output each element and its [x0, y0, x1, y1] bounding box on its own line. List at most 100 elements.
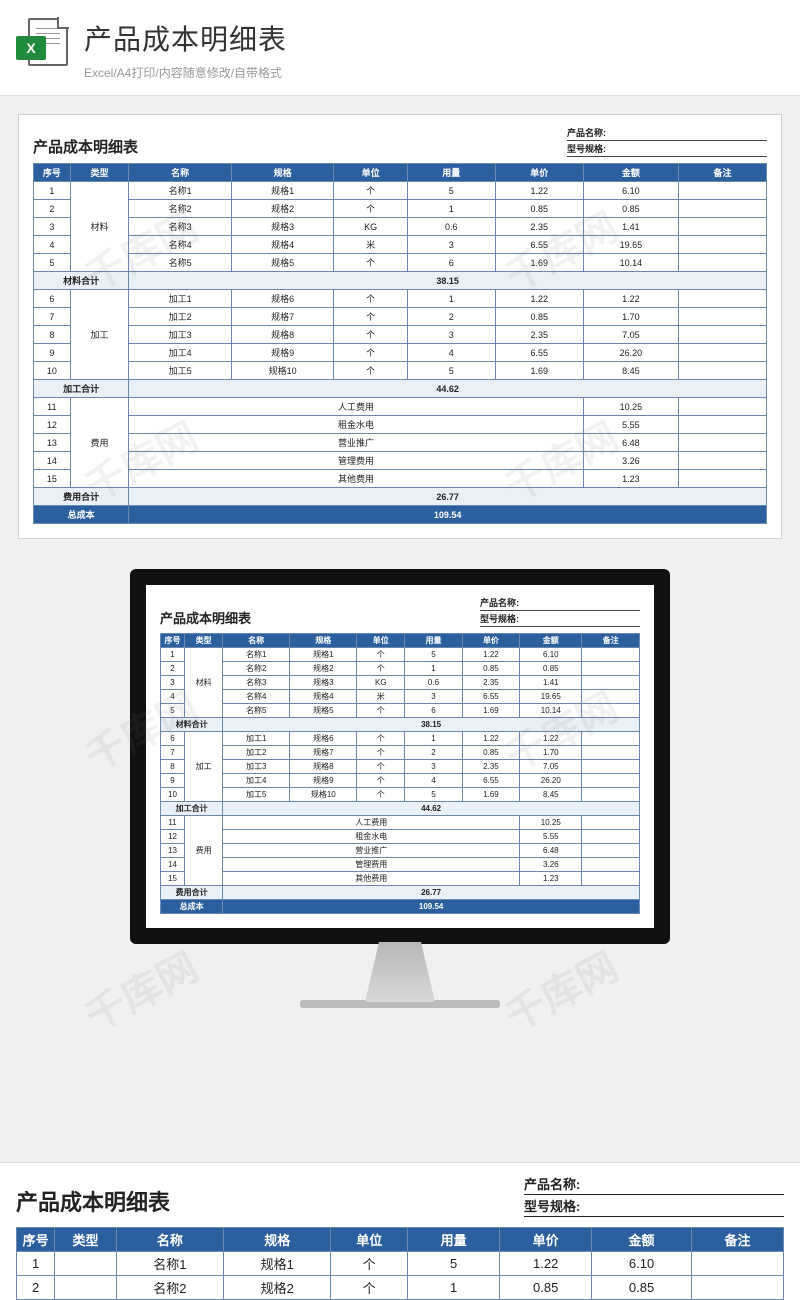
- cell-unit: 个: [334, 254, 407, 272]
- cell-unit: 个: [334, 290, 407, 308]
- col-header: 用量: [405, 634, 462, 648]
- cell-amount: 6.10: [583, 182, 678, 200]
- cell-qty: 3: [405, 690, 462, 704]
- cell-name: 名称2: [116, 1276, 223, 1300]
- cell-price: 1.69: [462, 788, 519, 802]
- cell-name: 名称2: [129, 200, 232, 218]
- cell-unit: 个: [357, 704, 405, 718]
- cost-sheet: 产品成本明细表产品名称:型号规格:序号类型名称规格单位用量单价金额备注1材料名称…: [18, 114, 782, 539]
- cell-amount: 1.22: [520, 732, 582, 746]
- cell-amount: 3.26: [520, 858, 582, 872]
- cell-seq: 2: [17, 1276, 55, 1300]
- col-header: 规格: [231, 164, 334, 182]
- cell-name: 名称2: [223, 662, 290, 676]
- cell-note: [582, 830, 640, 844]
- table-row: 12租金水电5.55: [161, 830, 640, 844]
- cell-seq: 13: [161, 844, 185, 858]
- subtotal-row: 费用合计26.77: [34, 488, 767, 506]
- cell-unit: 个: [357, 760, 405, 774]
- cell-name: 加工1: [223, 732, 290, 746]
- cell-name: 加工1: [129, 290, 232, 308]
- cell-note: [582, 872, 640, 886]
- cell-seq: 9: [161, 774, 185, 788]
- cell-unit: 个: [334, 308, 407, 326]
- cell-unit: 个: [334, 362, 407, 380]
- cell-spec: 规格1: [290, 648, 357, 662]
- cell-qty: 1: [407, 200, 495, 218]
- cell-note: [678, 200, 766, 218]
- cell-unit: 个: [334, 326, 407, 344]
- cell-name: 名称1: [129, 182, 232, 200]
- cell-spec: 规格2: [224, 1276, 331, 1300]
- cell-seq: 7: [34, 308, 71, 326]
- cell-qty: 1: [405, 662, 462, 676]
- table-row: 2名称2规格2个10.850.85: [17, 1276, 784, 1300]
- subtotal-label: 加工合计: [161, 802, 223, 816]
- cell-note: [582, 676, 640, 690]
- cell-note: [691, 1252, 783, 1276]
- monitor-preview: 产品成本明细表产品名称:型号规格:序号类型名称规格单位用量单价金额备注1材料名称…: [18, 569, 782, 1008]
- meta-product-label: 产品名称:: [524, 1174, 604, 1193]
- cell-expense-label: 管理费用: [129, 452, 583, 470]
- cell-type: 加工: [70, 290, 129, 380]
- cell-amount: 1.23: [520, 872, 582, 886]
- col-header: 序号: [161, 634, 185, 648]
- cell-expense-label: 营业推广: [129, 434, 583, 452]
- col-header: 规格: [224, 1228, 331, 1252]
- table-row: 13营业推广6.48: [34, 434, 767, 452]
- table-header-row: 序号类型名称规格单位用量单价金额备注: [17, 1228, 784, 1252]
- cell-amount: 26.20: [520, 774, 582, 788]
- table-row: 1材料名称1规格1个51.226.10: [34, 182, 767, 200]
- col-header: 用量: [407, 164, 495, 182]
- cell-price: 0.85: [495, 200, 583, 218]
- table-row: 1材料名称1规格1个51.226.10: [161, 648, 640, 662]
- cell-name: 加工2: [223, 746, 290, 760]
- cell-seq: 9: [34, 344, 71, 362]
- cell-amount: 1.22: [583, 290, 678, 308]
- cell-price: 1.69: [462, 704, 519, 718]
- cell-amount: 10.14: [583, 254, 678, 272]
- cell-name: 加工3: [223, 760, 290, 774]
- cell-seq: 3: [161, 676, 185, 690]
- cell-unit: 个: [331, 1276, 408, 1300]
- page-subtitle: Excel/A4打印/内容随意修改/自带格式: [84, 64, 780, 81]
- total-label: 总成本: [34, 506, 129, 524]
- cell-seq: 6: [161, 732, 185, 746]
- cost-table: 序号类型名称规格单位用量单价金额备注1材料名称1规格1个51.226.102名称…: [33, 163, 767, 524]
- cell-qty: 6: [405, 704, 462, 718]
- cell-unit: 个: [357, 746, 405, 760]
- table-row: 7加工2规格7个20.851.70: [161, 746, 640, 760]
- cell-unit: 个: [357, 788, 405, 802]
- cell-price: 6.55: [495, 236, 583, 254]
- subtotal-value: 44.62: [129, 380, 767, 398]
- cell-note: [678, 452, 766, 470]
- cell-spec: 规格4: [290, 690, 357, 704]
- cell-amount: 26.20: [583, 344, 678, 362]
- cell-unit: 个: [334, 344, 407, 362]
- cell-spec: 规格8: [231, 326, 334, 344]
- table-row: 14管理费用3.26: [34, 452, 767, 470]
- cell-amount: 0.85: [592, 1276, 692, 1300]
- col-header: 单价: [462, 634, 519, 648]
- table-row: 15其他费用1.23: [161, 872, 640, 886]
- cell-note: [678, 470, 766, 488]
- cell-qty: 1: [408, 1276, 500, 1300]
- cell-type: [55, 1252, 116, 1276]
- col-header: 序号: [17, 1228, 55, 1252]
- subtotal-row: 材料合计38.15: [34, 272, 767, 290]
- table-row: 15其他费用1.23: [34, 470, 767, 488]
- cell-qty: 6: [407, 254, 495, 272]
- cell-amount: 6.48: [520, 844, 582, 858]
- meta-model-label: 型号规格:: [524, 1196, 604, 1215]
- monitor-screen: 产品成本明细表产品名称:型号规格:序号类型名称规格单位用量单价金额备注1材料名称…: [130, 569, 670, 944]
- col-header: 单位: [334, 164, 407, 182]
- subtotal-row: 材料合计38.15: [161, 718, 640, 732]
- cell-note: [582, 858, 640, 872]
- cell-qty: 1: [407, 290, 495, 308]
- cell-seq: 15: [34, 470, 71, 488]
- table-row: 4名称4规格4米36.5519.65: [34, 236, 767, 254]
- cell-spec: 规格5: [290, 704, 357, 718]
- cell-note: [582, 662, 640, 676]
- cost-table: 序号类型名称规格单位用量单价金额备注1材料名称1规格1个51.226.102名称…: [160, 633, 640, 914]
- sheet-title: 产品成本明细表: [16, 1185, 170, 1217]
